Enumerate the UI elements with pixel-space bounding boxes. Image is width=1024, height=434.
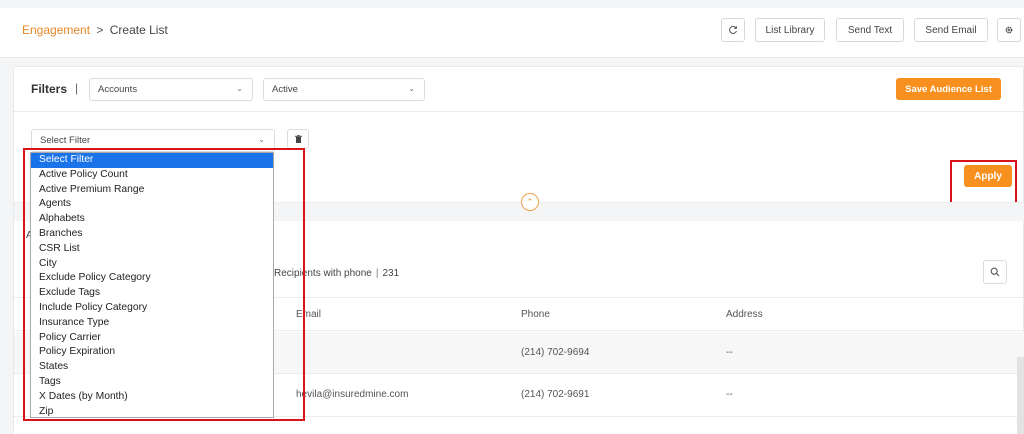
trash-icon — [294, 135, 302, 143]
column-phone[interactable]: Phone — [521, 309, 550, 320]
dropdown-highlight-box — [23, 148, 305, 421]
row-phone: (214) 702-9691 — [521, 389, 590, 400]
breadcrumb-separator: > — [96, 23, 104, 37]
row-email: hevila@insuredmine.com — [296, 389, 409, 400]
search-button[interactable] — [983, 260, 1007, 284]
gear-icon — [1005, 26, 1013, 34]
row-phone: (214) 702-9694 — [521, 347, 590, 358]
filters-label: Filters — [31, 82, 68, 96]
filters-divider: | — [75, 81, 79, 95]
list-library-button[interactable]: List Library — [755, 18, 825, 42]
search-icon — [990, 267, 1000, 277]
row-address: -- — [726, 389, 733, 400]
filter-select-value: Select Filter — [40, 135, 91, 146]
breadcrumb-current: Create List — [109, 23, 168, 37]
column-address[interactable]: Address — [726, 309, 763, 320]
refresh-icon — [729, 26, 737, 34]
send-email-button[interactable]: Send Email — [914, 18, 988, 42]
filter-header: Filters | Accounts ⌄ Active ⌄ Save Audie… — [14, 67, 1024, 112]
collapse-filters-button[interactable]: ⌃ — [521, 193, 539, 211]
entity-type-value: Accounts — [98, 84, 138, 95]
status-value: Active — [272, 84, 298, 95]
breadcrumb-engagement-link[interactable]: Engagement — [22, 23, 90, 37]
breadcrumb: Engagement > Create List — [22, 23, 168, 37]
chevron-down-icon: ⌄ — [236, 84, 243, 93]
recipients-divider: | — [375, 268, 379, 279]
top-bar: Engagement > Create List List Library Se… — [0, 0, 1024, 58]
settings-button[interactable] — [997, 18, 1021, 42]
row-address: -- — [726, 347, 733, 358]
chevron-double-up-icon: ⌃ — [526, 196, 534, 207]
refresh-button[interactable] — [721, 18, 745, 42]
send-text-button[interactable]: Send Text — [836, 18, 904, 42]
save-audience-list-button[interactable]: Save Audience List — [896, 78, 1001, 100]
recipients-count: 231 — [382, 268, 400, 279]
entity-type-select[interactable]: Accounts ⌄ — [89, 78, 253, 101]
top-strip — [0, 0, 1024, 8]
chevron-down-icon: ⌄ — [258, 135, 265, 144]
delete-filter-button[interactable] — [287, 129, 309, 149]
apply-highlight-box — [950, 160, 1017, 207]
table-scrollbar[interactable] — [1017, 357, 1024, 434]
chevron-down-icon: ⌄ — [408, 84, 415, 93]
status-select[interactable]: Active ⌄ — [263, 78, 425, 101]
